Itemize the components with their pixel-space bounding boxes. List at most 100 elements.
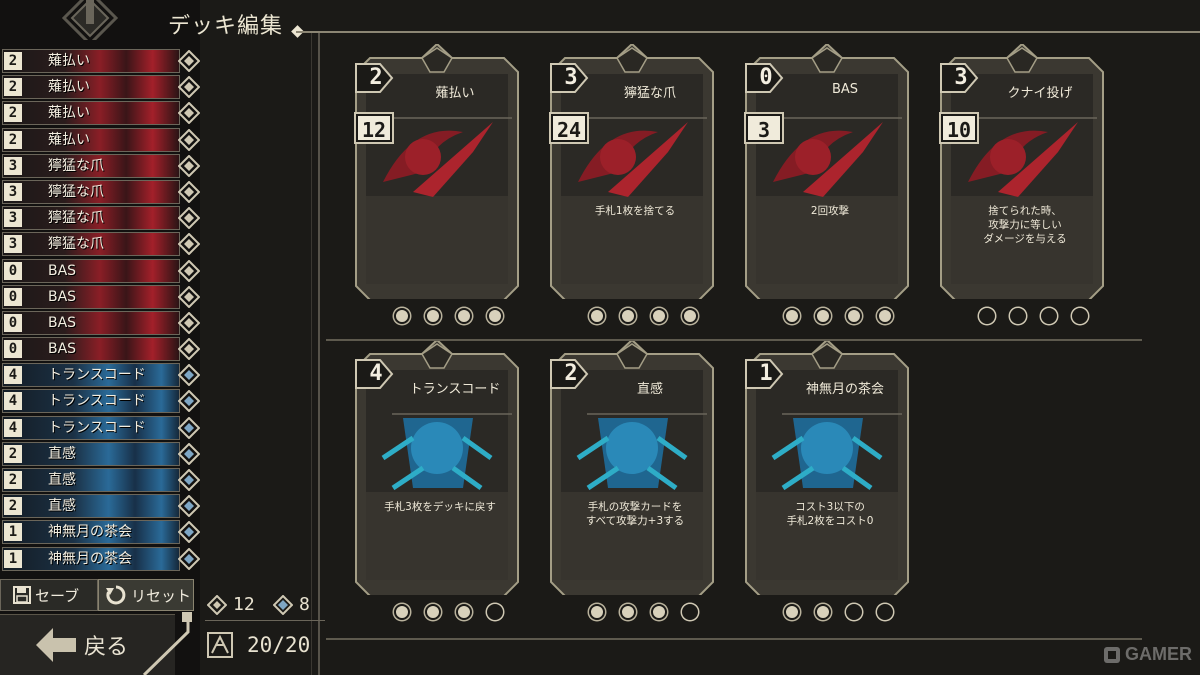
deck-item-art (2, 468, 180, 492)
red-count-stat: 12 (207, 594, 255, 615)
copy-dot-filled (651, 604, 667, 620)
deck-list-item[interactable]: 0 BAS (2, 310, 202, 336)
deck-item-art (2, 258, 180, 283)
back-label: 戻る (84, 635, 129, 660)
card[interactable]: 2 薙払い 12 (352, 44, 522, 299)
deck-list-item[interactable]: 2 薙払い (2, 74, 202, 100)
blue-count-stat: 8 (273, 594, 310, 615)
save-button[interactable]: セーブ (0, 579, 98, 611)
blue-gem-icon (178, 521, 200, 544)
deck-list-item[interactable]: 4 トランスコード (2, 388, 202, 414)
reset-label: リセット (131, 586, 192, 605)
deck-item-cost: 3 (4, 209, 22, 228)
red-gem-icon (178, 180, 200, 203)
deck-item-name: 神無月の茶会 (48, 550, 132, 567)
deck-list-item[interactable]: 2 直感 (2, 467, 202, 493)
gamer-logo-icon (1104, 646, 1120, 663)
deck-list-item[interactable]: 2 直感 (2, 441, 202, 467)
deck-list-item[interactable]: 2 直感 (2, 493, 202, 519)
deck-list-item[interactable]: 3 獰猛な爪 (2, 153, 202, 179)
deck-item-cost: 0 (4, 340, 22, 359)
copy-dot-filled (487, 308, 503, 324)
card-name: クナイ投げ (1007, 86, 1073, 101)
copy-dot-empty (846, 604, 862, 620)
copy-dot-empty (877, 604, 893, 620)
red-gem-icon (178, 128, 200, 151)
card-cost: 3 (564, 65, 578, 90)
watermark: GAMER (1103, 644, 1192, 665)
blue-gem-icon (273, 594, 293, 615)
deck-list-item[interactable]: 4 トランスコード (2, 415, 202, 441)
deck-list-item[interactable]: 2 薙払い (2, 48, 202, 74)
deck-list-item[interactable]: 3 獰猛な爪 (2, 231, 202, 257)
deck-panel: 2 薙払い 2 薙払い 2 薙払い 2 薙払い 3 獰猛な爪 3 獰猛な爪 3 獰猛な爪 3 獰猛な爪 0 BAS… (0, 0, 200, 675)
card[interactable]: 3 クナイ投げ 10 捨てられた時、 攻撃力に等しい ダメージを与える (937, 44, 1107, 299)
deck-list-item[interactable]: 4 トランスコード (2, 362, 202, 388)
deck-item-cost: 0 (4, 287, 22, 306)
card[interactable]: 0 BAS 3 2回攻撃 (742, 44, 912, 299)
deck-icon (207, 632, 233, 658)
card-copies-indicator (979, 308, 1088, 324)
deck-list-item[interactable]: 1 神無月の茶会 (2, 519, 202, 545)
copy-dot-empty (1010, 308, 1026, 324)
card[interactable]: 1 神無月の茶会 コスト3以下の 手札2枚をコスト0 (742, 340, 912, 595)
deck-list-item[interactable]: 0 BAS (2, 284, 202, 310)
card[interactable]: 2 直感 手札の攻撃カードを すべて攻撃力+3する (547, 340, 717, 595)
deck-list-item[interactable]: 3 獰猛な爪 (2, 205, 202, 231)
deck-item-cost: 0 (4, 261, 22, 280)
red-gem-icon (178, 50, 200, 72)
deck-list-item[interactable]: 0 BAS (2, 258, 202, 284)
deck-item-art (2, 441, 180, 466)
card-description: 手札の攻撃カードを すべて攻撃力+3する (585, 501, 685, 527)
deck-item-name: トランスコード (48, 419, 146, 436)
copy-dot-empty (682, 604, 698, 620)
red-count: 12 (233, 594, 255, 615)
card-name: 神無月の茶会 (805, 382, 884, 397)
red-gem-icon (178, 285, 200, 308)
deck-item-art (2, 49, 180, 73)
blue-gem-icon (178, 442, 200, 465)
deck-item-name: 直感 (48, 498, 76, 515)
deck-item-name: 薙払い (48, 53, 90, 69)
deck-item-name: 獰猛な爪 (48, 157, 104, 174)
copy-dot-filled (682, 308, 698, 324)
card-description: 2回攻撃 (810, 205, 850, 217)
card-copies-indicator (394, 308, 503, 324)
floppy-icon (13, 586, 31, 604)
red-gem-icon (178, 207, 200, 230)
deck-item-cost: 2 (4, 52, 22, 70)
panel-divider (318, 33, 320, 675)
copy-dot-filled (394, 308, 410, 324)
copy-dot-empty (1041, 308, 1057, 324)
card-copies-indicator (784, 604, 893, 620)
deck-item-cost: 2 (4, 444, 22, 463)
deck-list-item[interactable]: 2 薙払い (2, 127, 202, 153)
deck-list-item[interactable]: 2 薙払い (2, 100, 202, 126)
copy-dot-filled (877, 308, 893, 324)
copy-dot-filled (815, 604, 831, 620)
deck-item-name: 神無月の茶会 (48, 524, 132, 541)
emblem-icon (61, 0, 119, 40)
deck-item-cost: 4 (4, 392, 22, 411)
card[interactable]: 4 トランスコード 手札3枚をデッキに戻す (352, 340, 522, 595)
card[interactable]: 3 獰猛な爪 24 手札1枚を捨てる (547, 44, 717, 299)
save-label: セーブ (35, 586, 80, 605)
deck-list-item[interactable]: 3 獰猛な爪 (2, 179, 202, 205)
deck-item-art (2, 127, 180, 152)
reset-button[interactable]: リセット (98, 579, 194, 611)
blue-gem-icon (178, 469, 200, 491)
card-damage: 10 (939, 112, 979, 144)
card-damage: 3 (744, 112, 784, 144)
deck-list-item[interactable]: 1 神無月の茶会 (2, 546, 202, 572)
card-cost: 2 (564, 361, 578, 386)
reset-icon (106, 585, 126, 605)
card-copies-indicator (394, 604, 503, 620)
watermark-text: GAMER (1125, 644, 1192, 664)
red-gem-icon (178, 102, 200, 125)
card-cost: 1 (759, 361, 773, 386)
deck-item-art (2, 101, 180, 126)
card-name: トランスコード (409, 382, 501, 397)
deck-count-stat: 20/20 (207, 632, 310, 658)
deck-list-item[interactable]: 0 BAS (2, 336, 202, 362)
red-gem-icon (178, 154, 200, 177)
